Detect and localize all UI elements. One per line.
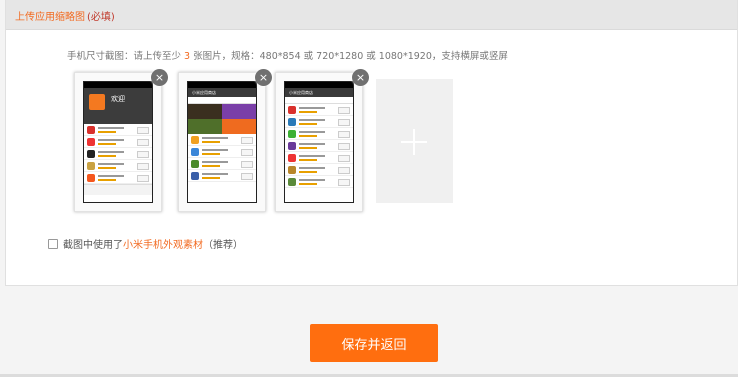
mi-appearance-link[interactable]: 小米手机外观素材 xyxy=(123,236,203,251)
screenshot-image: 欢迎 xyxy=(83,81,153,203)
remove-screenshot-icon[interactable]: × xyxy=(352,69,369,86)
welcome-text: 欢迎 xyxy=(111,95,125,103)
app-logo-icon xyxy=(89,94,105,110)
hint-suffix: 张图片，规格：480*854 或 720*1280 或 1080*1920，支持… xyxy=(193,51,508,62)
app-bar-title: 小米应用商店 xyxy=(285,88,353,97)
screenshot-thumbnail[interactable]: 欢迎 × xyxy=(74,69,168,212)
app-bar-title: 小米应用商店 xyxy=(188,88,256,97)
screenshot-image: 小米应用商店 xyxy=(187,81,257,203)
screenshot-thumbnail[interactable]: 小米应用商店 × xyxy=(178,69,272,212)
add-screenshot-button[interactable] xyxy=(376,79,453,203)
plus-icon xyxy=(401,129,427,155)
remove-screenshot-icon[interactable]: × xyxy=(255,69,272,86)
upload-thumbnails-panel: 上传应用缩略图 (必填) 手机尺寸截图：请上传至少 3 张图片，规格：480*85… xyxy=(5,0,738,286)
required-tag: (必填) xyxy=(87,12,115,23)
screenshot-thumbnail[interactable]: 小米应用商店 × xyxy=(275,69,369,212)
mi-appearance-checkbox[interactable] xyxy=(48,238,58,249)
save-and-return-button[interactable]: 保存并返回 xyxy=(310,324,438,362)
screenshot-image: 小米应用商店 xyxy=(284,81,354,203)
hint-prefix: 手机尺寸截图：请上传至少 xyxy=(67,51,182,62)
recommended-tag: （推荐） xyxy=(203,240,243,251)
checkbox-label: 截图中使用了 xyxy=(63,240,123,251)
panel-title-text: 上传应用缩略图 xyxy=(15,12,85,23)
remove-screenshot-icon[interactable]: × xyxy=(151,69,168,86)
panel-header: 上传应用缩略图 (必填) xyxy=(6,0,737,30)
mi-appearance-checkbox-row[interactable]: 截图中使用了 小米手机外观素材 （推荐） xyxy=(48,236,243,251)
hint-min-count: 3 xyxy=(184,51,191,62)
panel-title: 上传应用缩略图 (必填) xyxy=(15,8,115,23)
size-hint: 手机尺寸截图：请上传至少 3 张图片，规格：480*854 或 720*1280… xyxy=(67,48,508,62)
